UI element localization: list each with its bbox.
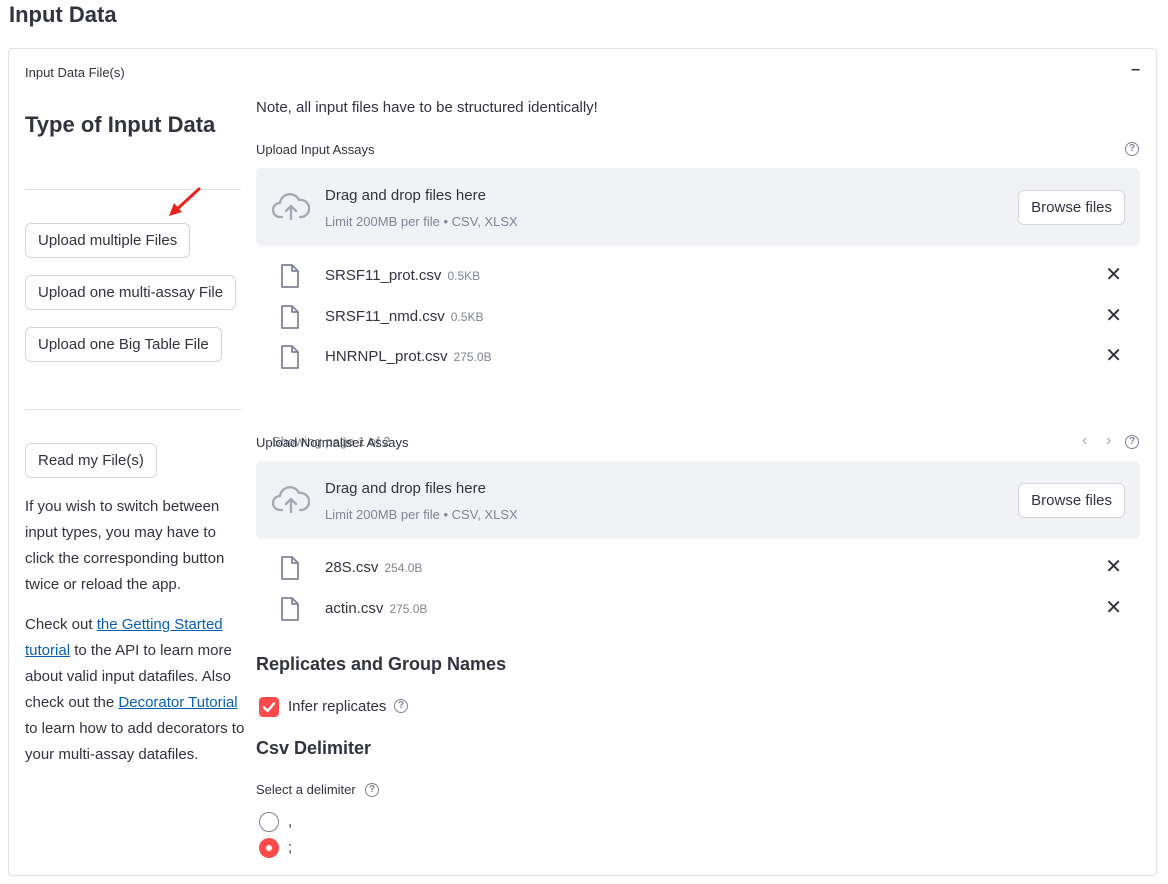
file-name: actin.csv 275.0B	[325, 600, 427, 617]
file-size: 275.0B	[453, 350, 492, 364]
file-name-text: HNRNPL_prot.csv	[325, 348, 448, 365]
dropzone-title: Drag and drop files here	[325, 187, 486, 204]
page-title: Input Data	[9, 2, 117, 27]
tutorial-hint-prefix: Check out	[25, 616, 97, 633]
file-name-text: 28S.csv	[325, 559, 379, 576]
file-name-text: actin.csv	[325, 600, 384, 617]
help-icon[interactable]: ?	[394, 699, 408, 713]
file-name: 28S.csv 254.0B	[325, 559, 422, 576]
uploaded-file-row: HNRNPL_prot.csv 275.0B ✕	[256, 338, 1140, 378]
decorator-tutorial-link[interactable]: Decorator Tutorial	[118, 694, 237, 711]
remove-file-close-icon[interactable]: ✕	[1105, 306, 1122, 326]
uploaded-file-row: 28S.csv 254.0B ✕	[256, 549, 1140, 589]
file-size: 0.5KB	[447, 269, 481, 283]
divider	[25, 189, 241, 190]
help-icon[interactable]: ?	[1125, 435, 1139, 449]
tutorial-hint-suffix: to learn how to add decorators to your m…	[25, 720, 245, 763]
browse-files-button[interactable]: Browse files	[1018, 190, 1125, 225]
tutorial-hint: Check out the Getting Started tutorial t…	[25, 612, 245, 768]
chevron-left-icon[interactable]: ‹	[1082, 432, 1087, 450]
collapse-icon[interactable]: –	[1131, 61, 1140, 79]
remove-file-close-icon[interactable]: ✕	[1105, 265, 1122, 285]
file-icon	[281, 345, 299, 369]
remove-file-close-icon[interactable]: ✕	[1105, 346, 1122, 366]
expander-title[interactable]: Input Data File(s)	[25, 65, 125, 80]
dropzone-limit: Limit 200MB per file • CSV, XLSX	[325, 214, 518, 229]
csv-delimiter-heading: Csv Delimiter	[256, 738, 372, 758]
upload-multiple-files-button[interactable]: Upload multiple Files	[25, 223, 191, 258]
file-icon	[281, 597, 299, 621]
delimiter-option-label[interactable]: ;	[288, 839, 292, 856]
cloud-upload-icon	[272, 486, 310, 514]
upload-big-table-file-button[interactable]: Upload one Big Table File	[25, 327, 222, 362]
uploaded-file-row: actin.csv 275.0B ✕	[256, 590, 1140, 630]
file-name: HNRNPL_prot.csv 275.0B	[325, 348, 492, 365]
switch-input-hint: If you wish to switch between input type…	[25, 498, 225, 593]
read-my-files-button[interactable]: Read my File(s)	[25, 443, 157, 478]
delimiter-select-label: Select a delimiter	[256, 782, 356, 797]
red-arrow-annotation-icon	[169, 187, 201, 216]
dropzone-title: Drag and drop files here	[325, 480, 486, 497]
infer-replicates-checkbox[interactable]	[259, 697, 279, 717]
input-assays-label: Upload Input Assays	[256, 142, 375, 157]
help-icon[interactable]: ?	[365, 783, 379, 797]
uploaded-file-row: SRSF11_nmd.csv 0.5KB ✕	[256, 298, 1140, 338]
delimiter-radio-semicolon[interactable]	[259, 838, 279, 858]
checkmark-icon	[262, 702, 276, 713]
delimiter-radio-comma[interactable]	[259, 812, 279, 832]
browse-files-button[interactable]: Browse files	[1018, 483, 1125, 518]
uploaded-file-row: SRSF11_prot.csv 0.5KB ✕	[256, 257, 1140, 297]
input-data-expander: Input Data File(s) – Type of Input Data …	[8, 48, 1157, 876]
file-name: SRSF11_nmd.csv 0.5KB	[325, 308, 483, 325]
help-icon[interactable]: ?	[1125, 142, 1139, 156]
divider	[25, 409, 241, 410]
file-size: 275.0B	[389, 602, 428, 616]
dropzone-limit: Limit 200MB per file • CSV, XLSX	[325, 507, 518, 522]
file-icon	[281, 305, 299, 329]
input-assays-dropzone[interactable]: Drag and drop files here Limit 200MB per…	[256, 168, 1140, 246]
file-name: SRSF11_prot.csv 0.5KB	[325, 267, 480, 284]
upload-multi-assay-file-button[interactable]: Upload one multi-assay File	[25, 275, 237, 310]
structure-note: Note, all input files have to be structu…	[256, 99, 598, 116]
normaliser-assays-label: Upload Normaliser Assays	[256, 435, 409, 450]
file-icon	[281, 556, 299, 580]
cloud-upload-icon	[272, 193, 310, 221]
replicates-heading: Replicates and Group Names	[256, 654, 507, 674]
file-name-text: SRSF11_prot.csv	[325, 267, 442, 284]
file-size: 254.0B	[384, 561, 423, 575]
chevron-right-icon[interactable]: ›	[1106, 432, 1111, 450]
infer-replicates-label[interactable]: Infer replicates	[288, 698, 386, 715]
file-name-text: SRSF11_nmd.csv	[325, 308, 445, 325]
input-type-heading: Type of Input Data	[25, 112, 216, 137]
file-size: 0.5KB	[450, 310, 484, 324]
delimiter-option-label[interactable]: ,	[288, 813, 292, 830]
remove-file-close-icon[interactable]: ✕	[1105, 598, 1122, 618]
normaliser-assays-dropzone[interactable]: Drag and drop files here Limit 200MB per…	[256, 461, 1140, 539]
remove-file-close-icon[interactable]: ✕	[1105, 557, 1122, 577]
file-icon	[281, 264, 299, 288]
